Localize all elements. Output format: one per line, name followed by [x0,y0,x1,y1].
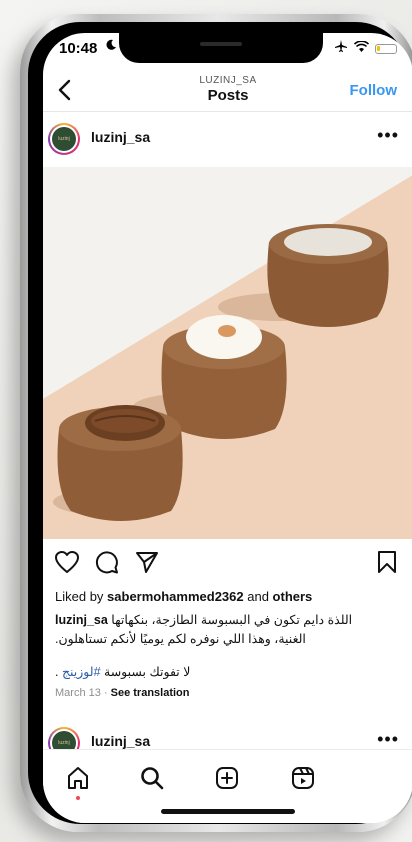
avatar-logo: luzinj [52,127,76,151]
caption-line-2: الغنية، وهذا اللي نوفره لكم يوميًا لأنكم… [55,632,306,646]
likes-and: and [243,589,273,604]
next-post-username[interactable]: luzinj_sa [91,733,150,749]
post-actions [43,548,412,578]
liked-by-others[interactable]: others [273,589,313,604]
moon-icon [105,39,117,54]
caption-line-1: اللذة دايم تكون في البسبوسة الطازجة، بنك… [111,613,353,627]
likes-text: Liked by sabermohammed2362 and others [55,589,312,604]
hashtag-link[interactable]: #لوزينج [62,665,101,679]
post-caption: luzinj_sa اللذة دايم تكون في البسبوسة ال… [55,611,375,649]
wifi-icon [353,39,370,58]
avatar[interactable]: luzinj [48,123,80,155]
more-icon[interactable]: ••• [377,125,399,146]
header-divider [43,111,412,112]
reels-icon[interactable] [289,764,317,792]
caption-line-3: . لا تفوتك بسبوسة #لوزينج [55,664,190,679]
notification-dot [76,796,80,800]
phone-screen: 10:48 LUZINJ_SA Posts Follow luzinj luzi… [43,33,412,823]
post-username[interactable]: luzinj_sa [91,129,150,145]
comment-icon[interactable] [93,548,121,576]
more-icon[interactable]: ••• [377,729,399,750]
caption-username[interactable]: luzinj_sa [55,613,108,627]
see-translation-link[interactable]: See translation [111,687,190,699]
post-date: March 13 [55,687,101,699]
post-image[interactable] [43,167,412,539]
post-header: luzinj luzinj_sa ••• [43,121,412,161]
search-icon[interactable] [138,764,166,792]
bookmark-icon[interactable] [373,548,401,576]
home-icon[interactable] [64,764,92,792]
meta-separator: · [100,687,111,699]
follow-button[interactable]: Follow [350,82,398,99]
status-time: 10:48 [59,40,98,57]
status-icons [334,39,397,58]
likes-prefix: Liked by [55,589,108,604]
notch [119,33,323,63]
speaker [200,42,242,46]
airplane-icon [334,39,348,58]
create-icon[interactable] [213,764,241,792]
home-indicator [161,809,295,814]
battery-icon [375,43,397,54]
post-meta: March 13 · See translation [55,687,190,699]
liked-by-user[interactable]: sabermohammed2362 [107,589,244,604]
top-navigation: LUZINJ_SA Posts Follow [43,73,412,111]
share-icon[interactable] [133,548,161,576]
heart-icon[interactable] [53,548,81,576]
